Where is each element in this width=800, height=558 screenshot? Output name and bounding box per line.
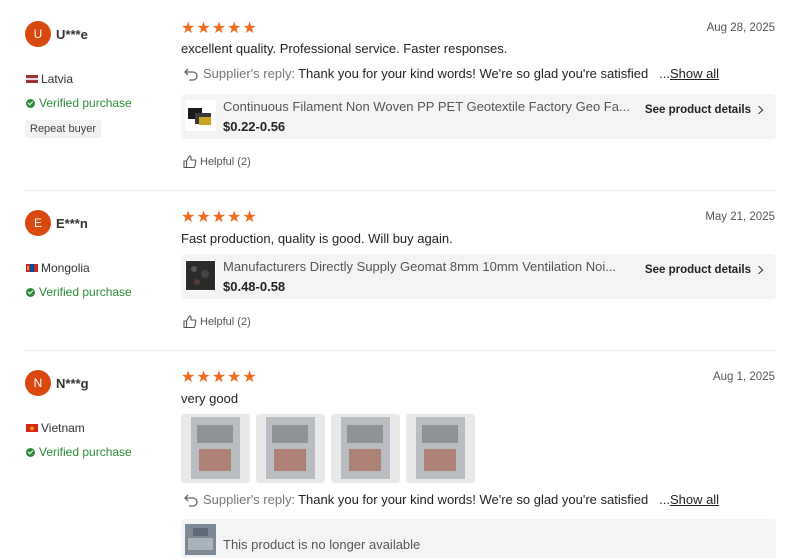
unavailable-message: This product is no longer available xyxy=(223,537,421,552)
show-all-link[interactable]: Show all xyxy=(670,66,719,81)
verified-label: Verified purchase xyxy=(39,445,132,459)
reviewer-country: Vietnam xyxy=(26,421,85,435)
product-card[interactable]: Continuous Filament Non Woven PP PET Geo… xyxy=(181,94,776,139)
product-thumbnail xyxy=(185,260,216,291)
star-icon: ★ xyxy=(242,20,257,37)
reply-text: Thank you for your kind words! We're so … xyxy=(298,66,649,81)
helpful-button[interactable]: Helpful (2) xyxy=(183,155,251,168)
avatar: U xyxy=(25,21,51,47)
verified-purchase: Verified purchase xyxy=(26,96,132,110)
star-icon: ★ xyxy=(196,369,211,386)
reply-label: Supplier's reply: xyxy=(203,66,296,81)
star-icon: ★ xyxy=(242,209,257,226)
latvia-flag-icon xyxy=(26,75,38,83)
check-circle-icon xyxy=(26,287,35,297)
product-title[interactable]: Manufacturers Directly Supply Geomat 8mm… xyxy=(223,259,633,274)
star-icon: ★ xyxy=(211,369,227,386)
thumbs-up-icon xyxy=(183,315,197,328)
reply-label: Supplier's reply: xyxy=(203,492,296,507)
reply-text: Thank you for your kind words! We're so … xyxy=(298,492,649,507)
product-thumbnail xyxy=(185,100,216,131)
review-date: Aug 28, 2025 xyxy=(706,22,775,34)
supplier-reply: Supplier's reply: Thank you for your kin… xyxy=(183,492,719,507)
check-circle-icon xyxy=(26,98,35,108)
review-item: E E***n Mongolia Verified purchase ★ ★ ★ ★ ★… xyxy=(0,190,800,350)
product-price: $0.22-0.56 xyxy=(223,119,286,134)
review-item: N N***g Vietnam Verified purchase ★ ★ ★ ★ ★ … xyxy=(0,350,800,558)
review-item: U U***e Latvia Verified purchase Repeat … xyxy=(0,0,800,190)
review-comment: excellent quality. Professional service.… xyxy=(181,41,508,56)
product-card[interactable]: Manufacturers Directly Supply Geomat 8mm… xyxy=(181,254,776,299)
reviewer-name: U***e xyxy=(56,27,88,42)
verified-label: Verified purchase xyxy=(39,96,132,110)
country-name: Vietnam xyxy=(41,421,85,435)
star-icon: ★ xyxy=(196,20,211,37)
review-photos xyxy=(181,414,475,483)
helpful-label: Helpful (2) xyxy=(200,155,251,168)
avatar: N xyxy=(25,370,51,396)
star-icon: ★ xyxy=(181,20,196,37)
star-icon: ★ xyxy=(196,209,211,226)
chevron-right-icon xyxy=(754,105,764,115)
country-name: Latvia xyxy=(41,72,74,86)
check-circle-icon xyxy=(26,447,35,457)
star-icon: ★ xyxy=(227,369,242,386)
product-title[interactable]: Continuous Filament Non Woven PP PET Geo… xyxy=(223,99,633,114)
review-date: May 21, 2025 xyxy=(705,211,775,223)
reply-arrow-icon xyxy=(184,68,198,81)
product-thumbnail xyxy=(185,524,216,555)
show-all-link[interactable]: Show all xyxy=(670,492,719,507)
review-photo[interactable] xyxy=(181,414,250,483)
repeat-buyer-badge: Repeat buyer xyxy=(25,120,102,138)
helpful-button[interactable]: Helpful (2) xyxy=(183,315,251,328)
star-icon: ★ xyxy=(211,20,227,37)
see-product-details-label: See product details xyxy=(644,264,751,276)
reviewer-name: N***g xyxy=(56,376,89,391)
reviewer-name: E***n xyxy=(56,216,88,231)
thumbs-up-icon xyxy=(183,155,197,168)
verified-label: Verified purchase xyxy=(39,285,132,299)
verified-purchase: Verified purchase xyxy=(26,445,132,459)
product-price: $0.48-0.58 xyxy=(223,279,286,294)
see-product-details-label: See product details xyxy=(644,104,751,116)
reply-arrow-icon xyxy=(184,494,198,507)
review-photo[interactable] xyxy=(256,414,325,483)
star-icon: ★ xyxy=(181,369,196,386)
avatar: E xyxy=(25,210,51,236)
star-icon: ★ xyxy=(227,20,242,37)
star-icon: ★ xyxy=(181,209,196,226)
star-icon: ★ xyxy=(227,209,242,226)
see-product-details-link[interactable]: See product details xyxy=(644,264,764,276)
star-icon: ★ xyxy=(211,209,227,226)
reply-ellipsis: ... xyxy=(659,492,670,507)
country-name: Mongolia xyxy=(41,261,90,275)
helpful-label: Helpful (2) xyxy=(200,315,251,328)
rating-stars: ★ ★ ★ ★ ★ xyxy=(181,21,257,37)
review-date: Aug 1, 2025 xyxy=(712,371,775,383)
star-icon: ★ xyxy=(242,369,257,386)
rating-stars: ★ ★ ★ ★ ★ xyxy=(181,370,257,386)
verified-purchase: Verified purchase xyxy=(26,285,132,299)
reviewer-country: Mongolia xyxy=(26,261,90,275)
review-comment: very good xyxy=(181,391,239,406)
review-comment: Fast production, quality is good. Will b… xyxy=(181,231,453,246)
review-photo[interactable] xyxy=(331,414,400,483)
unavailable-product-card: This product is no longer available xyxy=(181,519,776,558)
supplier-reply: Supplier's reply: Thank you for your kin… xyxy=(183,66,719,81)
mongolia-flag-icon xyxy=(26,264,38,272)
chevron-right-icon xyxy=(754,265,764,275)
review-photo[interactable] xyxy=(406,414,475,483)
see-product-details-link[interactable]: See product details xyxy=(644,104,764,116)
reviewer-country: Latvia xyxy=(26,72,73,86)
rating-stars: ★ ★ ★ ★ ★ xyxy=(181,210,257,226)
vietnam-flag-icon xyxy=(26,424,38,432)
reply-ellipsis: ... xyxy=(659,66,670,81)
